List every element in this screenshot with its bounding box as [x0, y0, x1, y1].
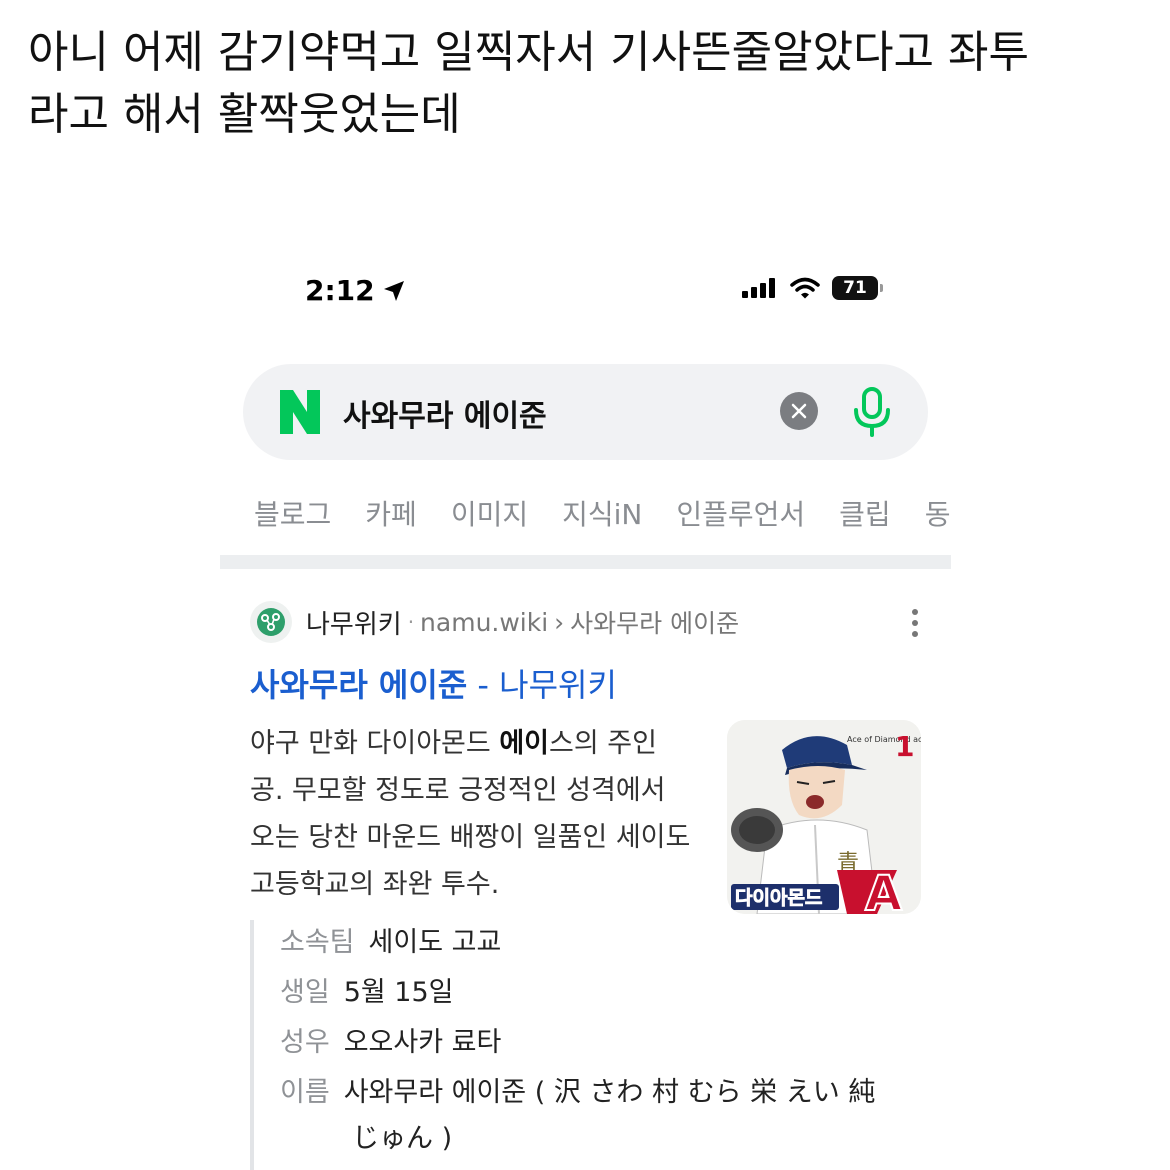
info-row-name: 이름 사와무라 에이준 ( 沢 さわ 村 むら 栄 えい 純: [280, 1070, 875, 1109]
result-snippet: 야구 만화 다이아몬드 에이스의 주인 공. 무모할 정도로 긍정적인 성격에서…: [250, 720, 695, 908]
info-value: 사와무라 에이준 ( 沢 さわ 村 むら 栄 えい 純: [343, 1077, 876, 1108]
result-thumbnail[interactable]: 青 Ace of Diamond act II 1 A 다이아몬드: [727, 720, 921, 914]
result-source[interactable]: 나무위키 · namu.wiki › 사와무라 에이준: [250, 601, 940, 643]
site-path: 사와무라 에이준: [570, 609, 740, 638]
status-time-text: 2:12: [305, 274, 375, 307]
info-key: 생일: [280, 977, 330, 1008]
tab-video[interactable]: 동: [925, 493, 951, 533]
tab-clip[interactable]: 클립: [839, 493, 891, 533]
status-time: 2:12: [305, 274, 407, 307]
post-text: 아니 어제 감기약먹고 일찍자서 기사뜬줄알았다고 좌투 라고 해서 활짝웃었는…: [28, 22, 1138, 146]
cover-title: 다이아몬드: [735, 887, 822, 909]
cellular-signal-icon: [742, 278, 775, 298]
search-tabs: 블로그 카페 이미지 지식iN 인플루언서 클립 동: [254, 493, 950, 533]
naver-logo-icon[interactable]: [278, 386, 322, 438]
breadcrumb-separator: ›: [554, 607, 565, 637]
search-input[interactable]: 사와무라 에이준: [343, 391, 547, 435]
info-key: 성우: [280, 1027, 330, 1058]
info-row-team: 소속팀 세이도 고교: [280, 920, 501, 959]
tab-image[interactable]: 이미지: [451, 493, 528, 533]
namuwiki-favicon-icon: [250, 601, 292, 643]
info-row-birthday: 생일 5월 15일: [280, 970, 454, 1009]
location-arrow-icon: [383, 280, 404, 301]
cover-volume: 1: [895, 730, 914, 763]
status-icons: 71: [742, 276, 883, 300]
namuwiki-logo-icon: [257, 608, 285, 636]
microphone-icon[interactable]: [849, 386, 895, 438]
phone-screenshot: 2:12 71 사와무라 에이준 블로그 카페 이미지 지식iN 인플루언서 클…: [220, 250, 951, 1170]
info-value: 5월 15일: [343, 977, 454, 1008]
info-table: 소속팀 세이도 고교 생일 5월 15일 성우 오오사카 료타 이름 사와무라 에이준 …: [250, 920, 930, 1170]
clear-icon: [791, 403, 807, 419]
result-title-main: 사와무라 에이준: [250, 666, 468, 704]
info-value: 세이도 고교: [368, 927, 502, 958]
post-line-1: 아니 어제 감기약먹고 일찍자서 기사뜬줄알았다고 좌투: [28, 27, 1029, 78]
snippet-highlight: 에이: [499, 728, 549, 759]
tab-cafe[interactable]: 카페: [365, 493, 417, 533]
clear-search-button[interactable]: [780, 392, 818, 430]
wifi-icon: [790, 277, 820, 299]
tab-blog[interactable]: 블로그: [254, 493, 331, 533]
site-separator: ·: [407, 610, 415, 634]
site-name: 나무위키: [306, 609, 402, 640]
battery-level: 71: [843, 278, 867, 298]
snippet-part-1: 야구 만화 다이아몬드: [250, 728, 500, 759]
info-key: 소속팀: [280, 927, 355, 958]
site-url: namu.wiki: [420, 607, 549, 637]
search-bar[interactable]: 사와무라 에이준: [243, 364, 928, 460]
result-title-link[interactable]: 사와무라 에이준 - 나무위키: [250, 660, 617, 706]
info-row-voice-actor: 성우 오오사카 료타: [280, 1020, 501, 1059]
result-title-suffix: - 나무위키: [467, 666, 617, 704]
section-divider: [220, 555, 951, 569]
post-line-2: 라고 해서 활짝웃었는데: [28, 89, 461, 140]
tab-kin[interactable]: 지식iN: [562, 493, 642, 533]
manga-cover-image: 青 Ace of Diamond act II 1 A 다이아몬드: [727, 720, 921, 914]
info-name-continuation: じゅん ): [352, 1123, 453, 1154]
tab-influencer[interactable]: 인플루언서: [676, 493, 805, 533]
svg-text:A: A: [865, 866, 902, 914]
info-value: 오오사카 료타: [343, 1027, 502, 1058]
more-options-icon[interactable]: [910, 608, 920, 638]
info-key: 이름: [280, 1077, 330, 1108]
battery-icon: 71: [832, 276, 883, 300]
